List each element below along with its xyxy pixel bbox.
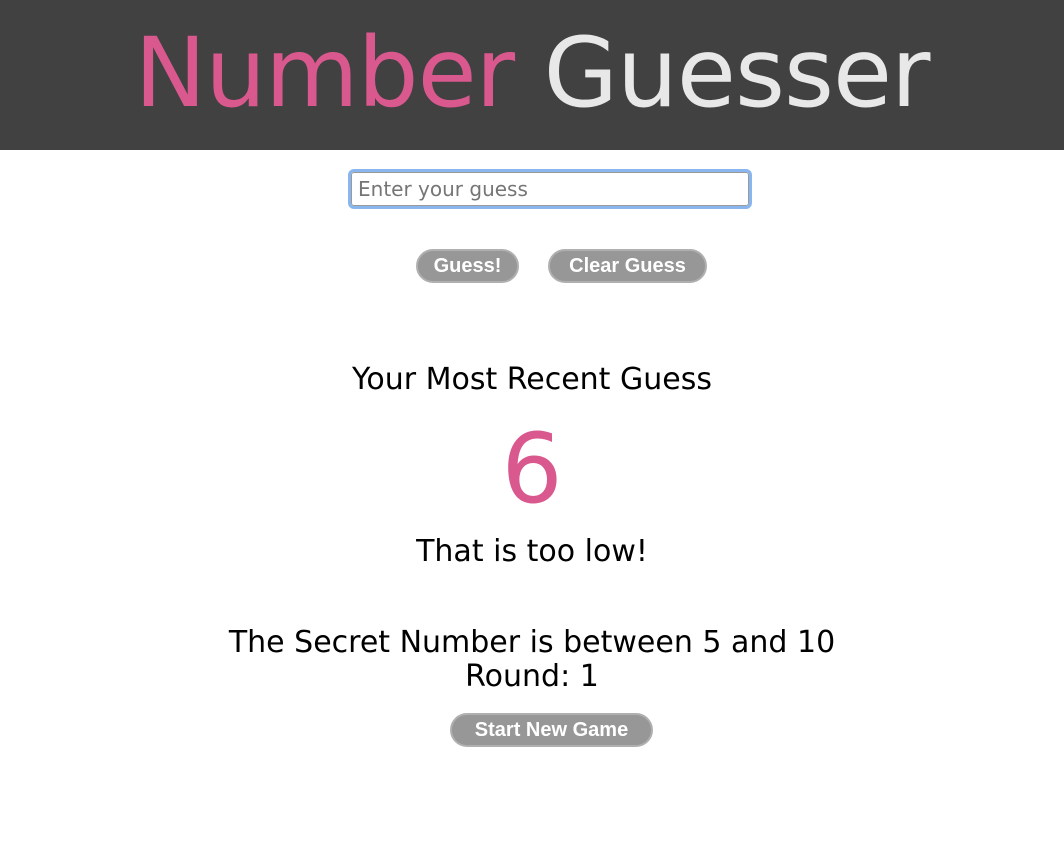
round-indicator: Round: 1 — [0, 658, 1064, 696]
title-guesser-word: Guesser — [543, 17, 931, 129]
guess-input[interactable] — [348, 169, 752, 209]
guess-button[interactable]: Guess! — [416, 249, 519, 283]
secret-range-text: The Secret Number is between 5 and 10 — [228, 625, 836, 660]
recent-guess-value: 6 — [501, 413, 563, 525]
app-header: Number Guesser — [0, 0, 1064, 150]
start-new-game-button[interactable]: Start New Game — [450, 713, 653, 747]
guess-feedback: That is too low! — [416, 534, 648, 569]
title-number-word: Number — [134, 17, 515, 129]
recent-guess-label: Your Most Recent Guess — [352, 362, 712, 397]
round-label: Round: — [465, 659, 571, 694]
app-title: Number Guesser — [0, 8, 1064, 138]
round-number: 1 — [579, 659, 599, 694]
clear-guess-button[interactable]: Clear Guess — [548, 249, 707, 283]
